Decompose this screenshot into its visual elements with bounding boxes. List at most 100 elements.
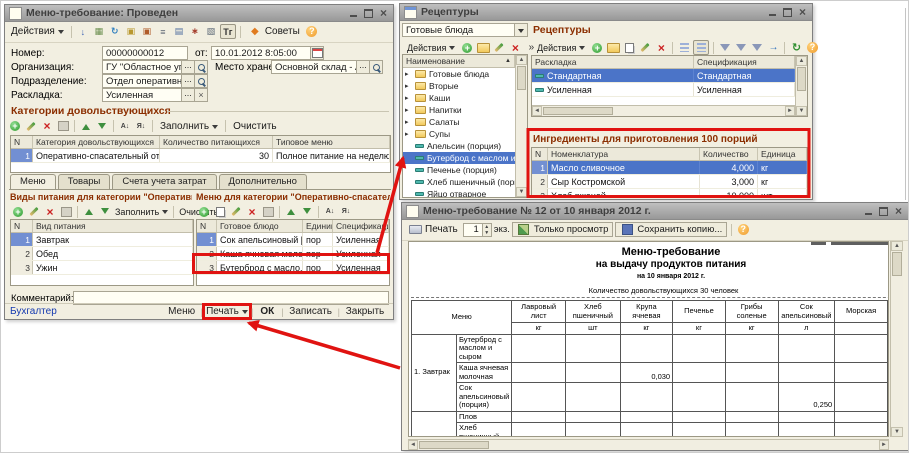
table-row[interactable]: 1Оперативно-спасательный отряд30Полное п…	[11, 149, 390, 163]
movements-icon[interactable]: ▤	[172, 25, 186, 38]
storage-field[interactable]: Основной склад - Айдарова А.Т. - Бу	[271, 60, 383, 74]
organization-field[interactable]: ГУ "Областное управление по ликв	[102, 60, 208, 74]
sort-asc-icon[interactable]: А↓	[323, 205, 337, 218]
tab-2[interactable]: Товары	[58, 174, 111, 190]
delete-icon[interactable]	[40, 120, 54, 133]
actions-menu-button[interactable]: Действия	[404, 41, 458, 54]
expand-icon[interactable]: ▸	[405, 94, 412, 102]
tree-item-row[interactable]: Апельсин (порция)	[403, 140, 515, 152]
titlebar[interactable]: Меню-требование: Проведен ×	[5, 5, 393, 22]
related-documents-icon[interactable]: ∗	[188, 25, 202, 38]
edit-icon[interactable]	[492, 41, 506, 54]
tab-1[interactable]: Меню	[10, 174, 56, 190]
print-menu-button[interactable]: Печать	[205, 306, 249, 317]
copy-icon[interactable]	[622, 41, 636, 54]
search-icon[interactable]	[370, 60, 383, 74]
add-icon[interactable]	[460, 41, 474, 54]
group-filter-select[interactable]: Готовые блюда	[402, 23, 528, 37]
table-row[interactable]: УсиленнаяУсиленная	[532, 83, 795, 97]
clear-button[interactable]: Очистить	[230, 120, 280, 133]
footer-button-1[interactable]: Меню	[165, 306, 199, 317]
list-icon[interactable]: ≡	[156, 25, 170, 38]
paste-icon[interactable]: ▣	[140, 25, 154, 38]
tab-4[interactable]: Дополнительно	[219, 174, 307, 190]
tree-folder-row[interactable]: ▸Супы	[403, 128, 515, 140]
tab-3[interactable]: Счета учета затрат	[112, 174, 216, 190]
tree-item-row[interactable]: Хлеб пшеничный (порция)	[403, 176, 515, 188]
column-header[interactable]: N	[197, 220, 217, 232]
ok-button[interactable]: ОК	[255, 306, 279, 317]
save-order-icon[interactable]	[261, 205, 275, 218]
add-icon[interactable]	[197, 205, 211, 218]
date-field[interactable]: 10.01.2012 8:05:00	[211, 46, 324, 60]
add-icon[interactable]	[8, 120, 22, 133]
tree-item-row[interactable]: Печенье (порция)	[403, 164, 515, 176]
table-row[interactable]: 2Каша ячневая моло...порУсиленная	[197, 247, 389, 261]
edit-icon[interactable]	[27, 205, 41, 218]
close-icon[interactable]: ×	[893, 206, 904, 216]
table-row[interactable]: 1Масло сливочное4,000кг	[532, 161, 807, 175]
sort-asc-icon[interactable]: А↓	[118, 120, 132, 133]
save-order-icon[interactable]	[59, 205, 73, 218]
maximize-icon[interactable]	[782, 7, 793, 17]
minimize-icon[interactable]	[348, 8, 359, 18]
table-row[interactable]: СтандартнаяСтандартная	[532, 69, 795, 83]
tree-item-row[interactable]: Бутерброд с маслом и сыром	[403, 152, 515, 164]
maximize-icon[interactable]	[878, 206, 889, 216]
column-header[interactable]: Единица	[303, 220, 333, 232]
copy-icon[interactable]: ▣	[124, 25, 138, 38]
calendar-icon[interactable]	[311, 46, 324, 60]
move-down-icon[interactable]	[300, 205, 314, 218]
go-to-icon[interactable]	[766, 41, 780, 54]
column-header[interactable]: Номенклатура	[548, 148, 700, 160]
sort-desc-icon[interactable]: Я↓	[339, 205, 353, 218]
column-header[interactable]: Готовое блюдо	[217, 220, 303, 232]
table-row[interactable]: 2Сыр Костромской3,000кг	[532, 175, 807, 189]
expand-icon[interactable]: ▸	[405, 70, 412, 78]
tree-folder-row[interactable]: ▸Готовые блюда	[403, 68, 515, 80]
vertical-scrollbar[interactable]: ▲▼	[890, 241, 903, 437]
tips-button[interactable]: Советы	[245, 24, 303, 39]
choose-icon[interactable]	[182, 88, 195, 102]
choose-icon[interactable]	[182, 60, 195, 74]
footer-button-5[interactable]: Закрыть	[342, 306, 388, 317]
table-row[interactable]: 3Бутерброд с масло...порУсиленная	[197, 261, 389, 275]
footer-button-4[interactable]: Записать	[286, 306, 336, 317]
titlebar[interactable]: Меню-требование № 12 от 10 января 2012 г…	[402, 203, 908, 220]
delete-icon[interactable]	[43, 205, 57, 218]
post-icon[interactable]: ↓	[76, 25, 90, 38]
edit-icon[interactable]	[229, 205, 243, 218]
reread-icon[interactable]: ↻	[108, 25, 122, 38]
clear-filter-icon[interactable]	[750, 41, 764, 54]
tree-folder-row[interactable]: ▸Вторые	[403, 80, 515, 92]
table-row[interactable]: 2Обед	[11, 247, 193, 261]
layout-field[interactable]: Усиленная×	[102, 88, 208, 102]
minimize-icon[interactable]	[767, 7, 778, 17]
actions-menu-button[interactable]: Действия	[8, 25, 67, 38]
help-icon[interactable]	[736, 223, 750, 236]
column-header[interactable]: Единица	[758, 148, 807, 160]
delete-icon[interactable]	[508, 41, 522, 54]
copy-icon[interactable]	[213, 205, 227, 218]
table-row[interactable]: 1Сок апельсиновый [...порУсиленная	[197, 233, 389, 247]
sort-desc-icon[interactable]: Я↓	[134, 120, 148, 133]
journal-icon[interactable]: ▧	[204, 25, 218, 38]
print-button[interactable]: Печать	[405, 222, 461, 237]
tree-folder-row[interactable]: ▸Салаты	[403, 116, 515, 128]
table-row[interactable]: 1Завтрак	[11, 233, 193, 247]
horizontal-scrollbar[interactable]: ◄►	[408, 439, 889, 450]
tree-item-row[interactable]: Яйцо отварное	[403, 188, 515, 197]
search-icon[interactable]	[195, 74, 208, 88]
column-header[interactable]: Количество питающихся	[160, 136, 273, 148]
column-header[interactable]: Наименование▲	[403, 55, 515, 67]
font-settings-icon[interactable]: Тг	[220, 24, 236, 39]
add-folder-icon[interactable]	[476, 41, 490, 54]
fill-button[interactable]: Заполнить	[157, 120, 221, 133]
column-header[interactable]: N	[11, 220, 33, 232]
refresh-icon[interactable]	[789, 41, 803, 54]
column-header[interactable]: N	[532, 148, 548, 160]
author-link[interactable]: Бухгалтер	[10, 306, 57, 317]
table-row[interactable]: 3Хлеб ржаной10,000шт	[532, 189, 807, 195]
column-header[interactable]: Типовое меню	[273, 136, 390, 148]
horizontal-scrollbar[interactable]: ◄►	[532, 105, 795, 116]
